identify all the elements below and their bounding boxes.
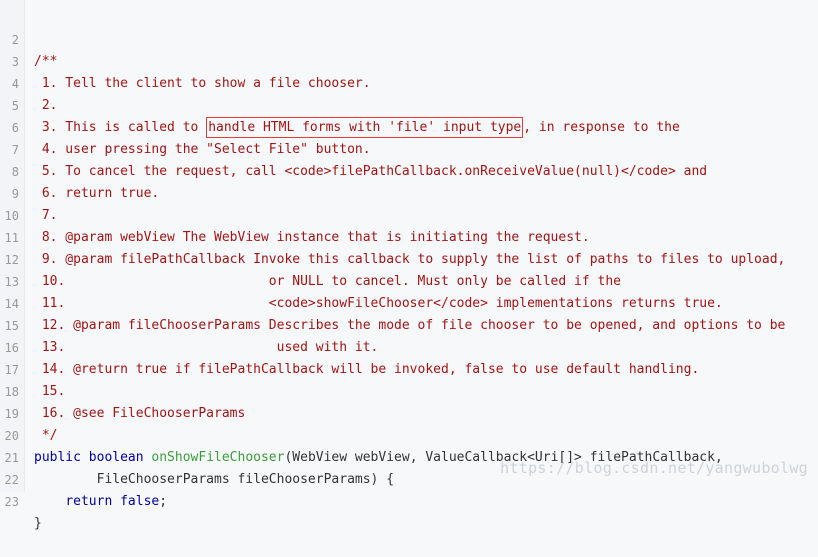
return-statement: return false; — [34, 491, 167, 513]
code-line: 17 15. — [0, 337, 818, 399]
code-line: 8 6. return true. — [0, 139, 818, 201]
watermark: https://blog.csdn.net/yangwubolwg — [500, 459, 808, 477]
code-text: ; — [159, 494, 168, 509]
code-line: 12 10. or NULL to cancel. Must only be c… — [0, 227, 818, 289]
code-line: 14 12. @param fileChooserParams Describe… — [0, 271, 818, 333]
line-number: 23 — [4, 495, 19, 509]
code-line: 4 2. — [0, 51, 818, 113]
code-line: 11 9. @param filePathCallback Invoke thi… — [0, 205, 818, 267]
code-block: 2 /** 3 1. Tell the client to show a fil… — [0, 0, 818, 531]
code-line: 13 11. <code>showFileChooser</code> impl… — [0, 249, 818, 311]
code-line: 9 7. — [0, 161, 818, 223]
code-line: 15 13. used with it. — [0, 293, 818, 355]
keyword-text: return false — [65, 494, 160, 509]
code-line: 19 */ — [0, 381, 818, 443]
code-line: 21 FileChooserParams fileChooserParams) … — [0, 425, 818, 487]
code-line: 10 8. @param webView The WebView instanc… — [0, 183, 818, 245]
code-line: 6 4. user pressing the "Select File" but… — [0, 95, 818, 157]
code-line: 3 1. Tell the client to show a file choo… — [0, 29, 818, 91]
code-line: 16 14. @return true if filePathCallback … — [0, 315, 818, 377]
code-line: 2 /** — [0, 7, 818, 69]
code-line: 5 3. This is called to handle HTML forms… — [0, 73, 818, 138]
code-line: 20 public boolean onShowFileChooser(WebV… — [0, 403, 818, 465]
code-line: 18 16. @see FileChooserParams — [0, 359, 818, 421]
code-line: 7 5. To cancel the request, call <code>f… — [0, 117, 818, 179]
code-text: } — [34, 516, 42, 531]
